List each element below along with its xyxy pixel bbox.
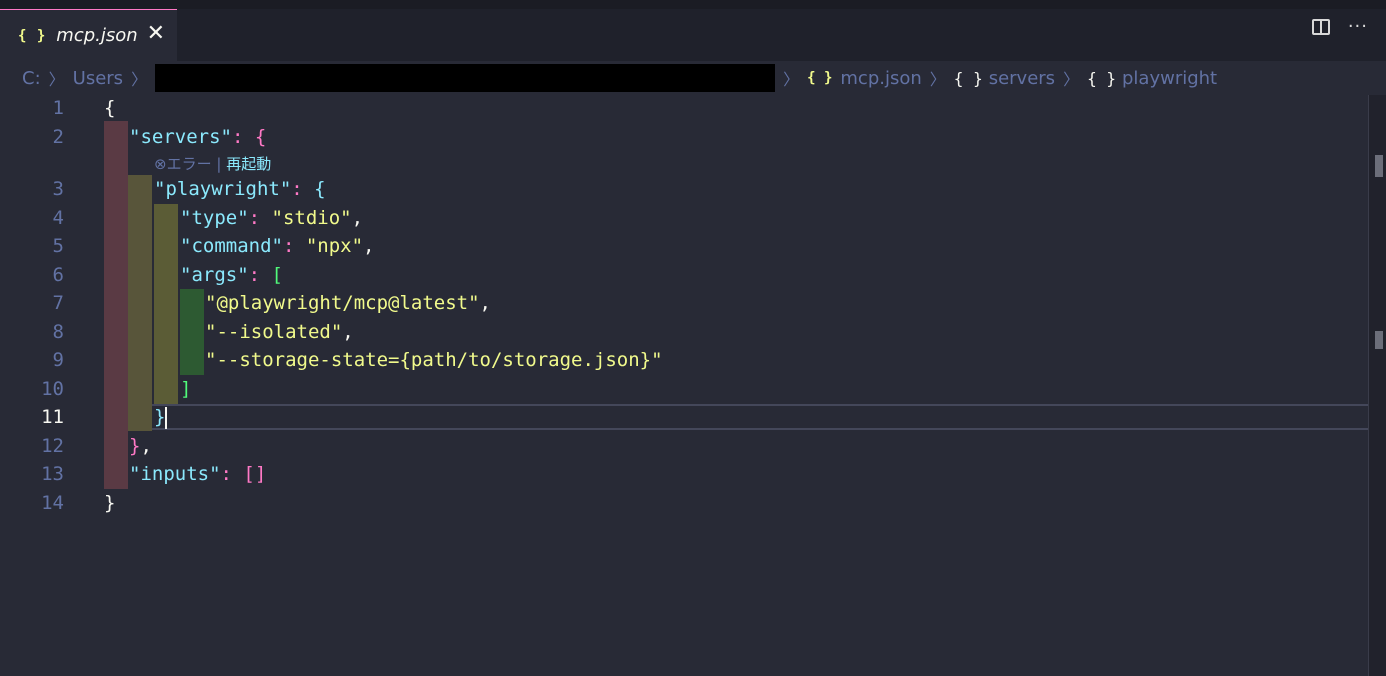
chevron-right-icon: 〉 [929,70,946,89]
breadcrumb-playwright[interactable]: playwright [1122,68,1217,89]
more-actions-icon[interactable]: ··· [1348,18,1368,36]
line-number: 5 [52,235,64,257]
code-line: "command": "npx", [180,235,375,257]
split-editor-icon[interactable] [1311,19,1330,35]
line-number: 14 [41,492,64,514]
line-number: 1 [52,97,64,119]
codelens-restart[interactable]: 再起動 [226,155,271,173]
editor-actions: ··· [1311,18,1368,36]
code-line: }, [129,435,152,457]
code-line: { [104,97,116,119]
object-icon: { } [953,68,983,88]
json-file-icon: { } [18,27,47,44]
breadcrumb-servers[interactable]: servers [989,68,1055,89]
vertical-scrollbar[interactable] [1368,95,1386,676]
bracket-guide-level-2 [128,175,152,431]
line-number: 9 [52,349,64,371]
line-number: 7 [52,292,64,314]
codelens-error[interactable]: エラー [167,155,212,173]
current-line-highlight [104,404,1368,430]
codelens-separator: | [211,155,227,173]
code-line: ] [180,378,192,400]
chevron-right-icon: 〉 [48,70,65,89]
codelens-actions: ⊗エラー | 再起動 [154,153,271,174]
line-number: 8 [52,321,64,343]
close-icon[interactable]: ✕ [147,21,165,47]
line-number: 13 [41,463,64,485]
object-icon: { } [1087,68,1116,88]
code-line: "type": "stdio", [180,207,364,229]
code-editor[interactable]: 1 2 3 4 5 6 7 8 9 10 11 12 13 14 ⊗エラー | … [0,95,1368,676]
line-number-active: 11 [41,406,64,428]
tab-bar: { } mcp.json ✕ ··· [0,0,1386,61]
code-line: } [104,492,116,514]
line-number: 10 [41,378,64,400]
redacted-path [155,64,776,92]
chevron-right-icon: 〉 [1063,70,1080,89]
code-line: "--storage-state={path/to/storage.json}" [205,349,663,371]
scrollbar-marker [1375,331,1383,349]
editor-window: { } mcp.json ✕ ··· C: 〉 Users 〉 〉 { } mc… [0,0,1386,676]
scrollbar-marker [1375,155,1383,177]
line-number: 2 [52,126,64,148]
tab-label: mcp.json [56,25,138,46]
code-line: "inputs": [] [129,463,267,485]
code-line-active: } [154,406,168,429]
chevron-right-icon: 〉 [783,70,800,89]
code-line: "args": [ [180,264,283,286]
line-number: 12 [41,435,64,457]
line-number: 3 [52,178,64,200]
code-line: "@playwright/mcp@latest", [205,292,491,314]
bracket-guide-level-3 [154,204,178,404]
chevron-right-icon: 〉 [131,70,148,89]
line-number: 6 [52,264,64,286]
bracket-guide-level-1 [104,121,128,489]
breadcrumb-file[interactable]: mcp.json [840,68,921,89]
breadcrumb-drive[interactable]: C: [22,68,41,89]
json-file-icon: { } [807,70,833,86]
bracket-guide-level-4 [180,289,204,375]
code-line: "--isolated", [205,321,354,343]
text-cursor [165,406,168,429]
code-line: "servers": { [129,126,267,148]
breadcrumb-users[interactable]: Users [73,68,123,89]
error-icon: ⊗ [154,155,167,173]
breadcrumb: C: 〉 Users 〉 〉 { } mcp.json 〉 { } server… [0,61,1386,95]
code-line: "playwright": { [154,178,326,200]
tab-mcp-json[interactable]: { } mcp.json ✕ [0,9,177,61]
line-number: 4 [52,207,64,229]
